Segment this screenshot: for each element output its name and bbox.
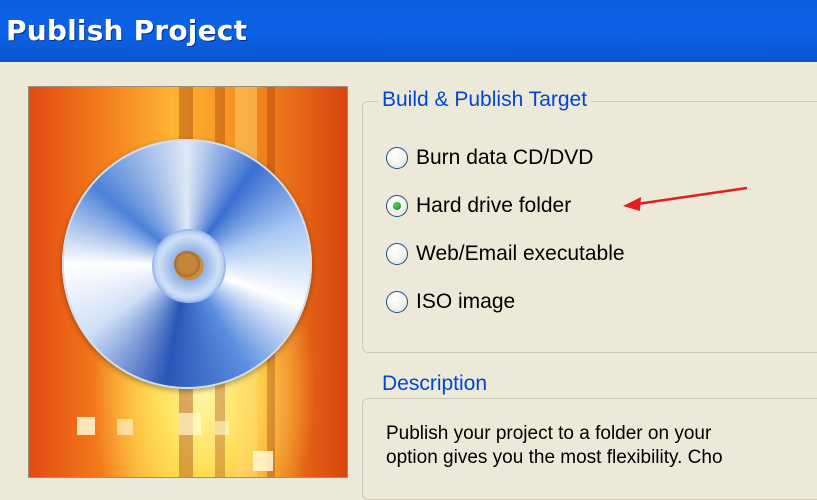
radio-button-selected[interactable] (386, 195, 408, 217)
title-bar: Publish Project (0, 0, 817, 62)
radio-web-email-executable[interactable]: Web/Email executable (386, 237, 625, 271)
description-line: Publish your project to a folder on your (386, 423, 712, 444)
description-text: Publish your project to a folder on your… (386, 422, 817, 470)
radio-button[interactable] (386, 243, 408, 265)
radio-button[interactable] (386, 291, 408, 313)
cd-disc-icon (62, 139, 312, 389)
window-title: Publish Project (6, 14, 248, 47)
radio-label: ISO image (416, 290, 516, 313)
radio-hard-drive-folder[interactable]: Hard drive folder (386, 189, 571, 223)
description-line: option gives you the most flexibility. C… (386, 447, 723, 468)
radio-burn-cd-dvd[interactable]: Burn data CD/DVD (386, 141, 593, 175)
radio-label: Hard drive folder (416, 194, 572, 217)
radio-label: Burn data CD/DVD (416, 146, 594, 169)
red-arrow-annotation (623, 186, 748, 211)
side-banner-image (28, 86, 348, 478)
radio-button[interactable] (386, 147, 408, 169)
build-target-legend: Build & Publish Target (378, 88, 592, 112)
radio-iso-image[interactable]: ISO image (386, 285, 515, 319)
description-legend: Description (378, 372, 492, 396)
radio-label: Web/Email executable (416, 242, 625, 265)
